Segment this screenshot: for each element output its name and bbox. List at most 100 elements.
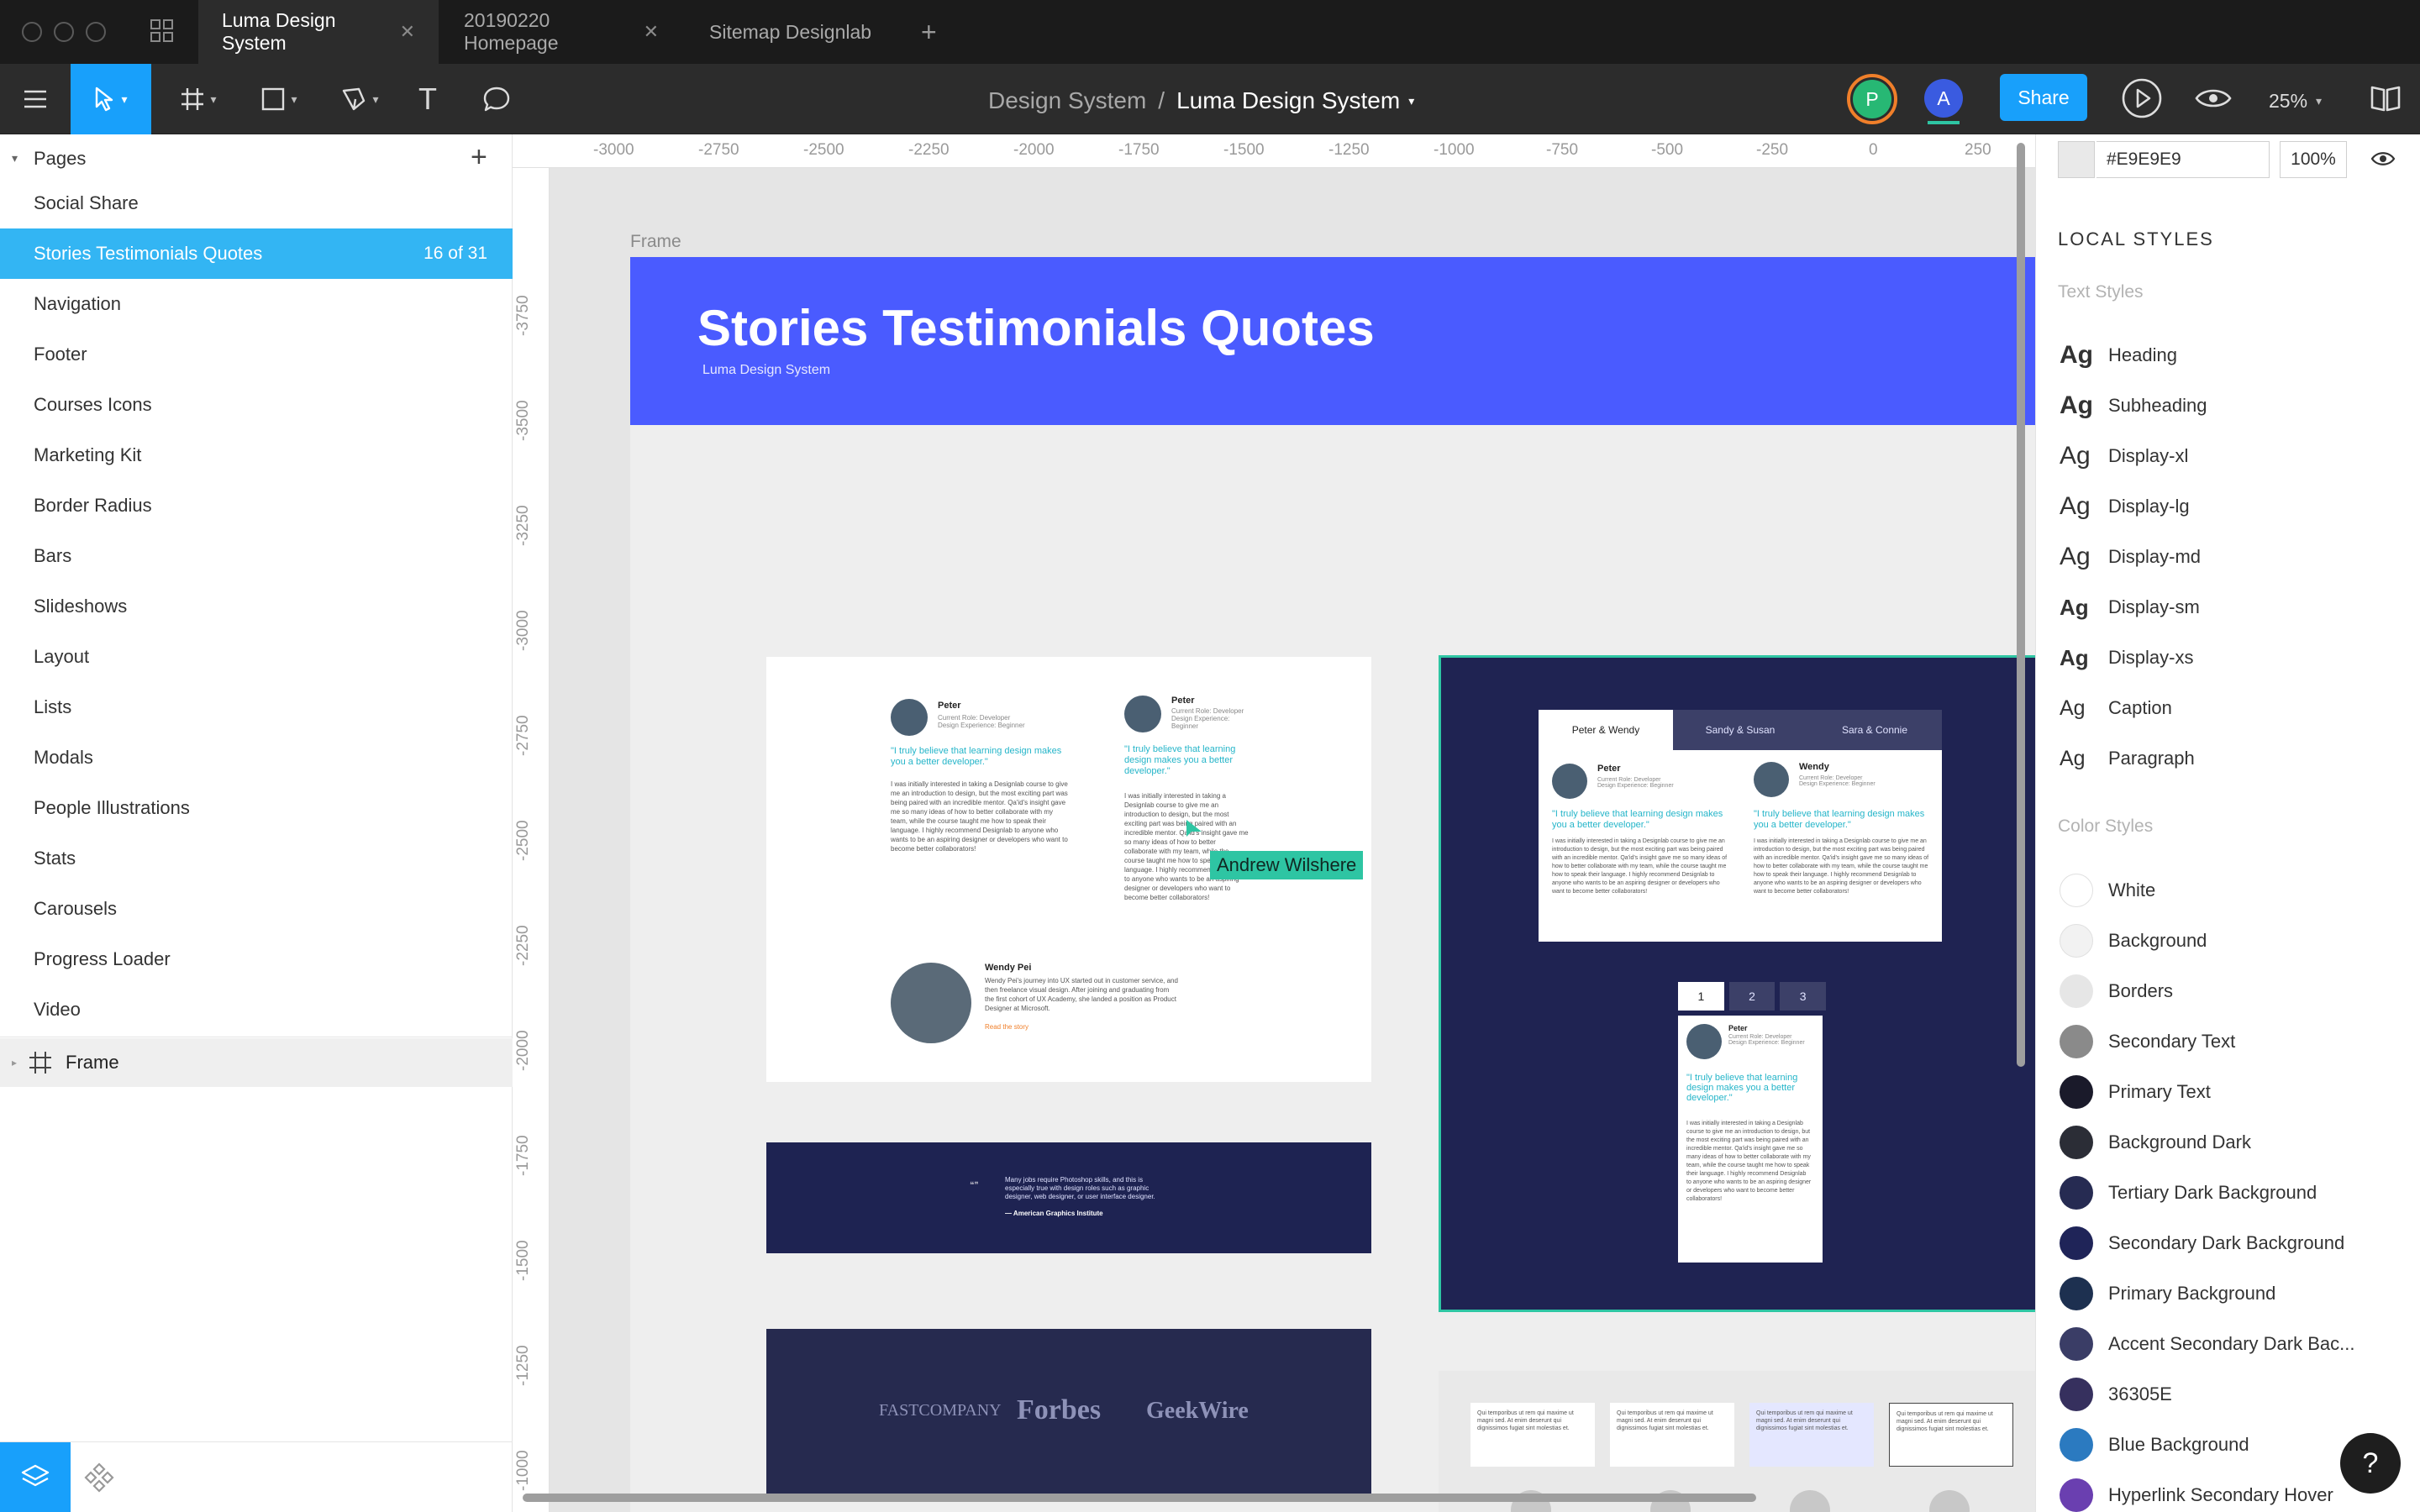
page-button[interactable]: 3 <box>1780 982 1827 1011</box>
file-title[interactable]: Luma Design System <box>1176 87 1400 114</box>
page-item[interactable]: Courses Icons <box>0 380 513 430</box>
page-item-active[interactable]: Stories Testimonials Quotes 16 of 31 <box>0 228 513 279</box>
page-item[interactable]: Slideshows <box>0 581 513 632</box>
page-item[interactable]: Layout <box>0 632 513 682</box>
page-item[interactable]: Marketing Kit <box>0 430 513 480</box>
text-style-paragraph[interactable]: Ag Paragraph <box>2060 742 2195 775</box>
shape-tool-button[interactable]: ▾ <box>245 64 313 134</box>
zoom-window-button[interactable] <box>86 22 106 42</box>
pen-tool-button[interactable]: ▾ <box>326 64 393 134</box>
minimize-window-button[interactable] <box>54 22 74 42</box>
color-style-secondary-text[interactable]: Secondary Text <box>2060 1025 2235 1058</box>
page-item[interactable]: Border Radius <box>0 480 513 531</box>
horizontal-scrollbar[interactable] <box>523 1494 1756 1502</box>
text-style-display-sm[interactable]: Ag Display-sm <box>2060 591 2200 624</box>
color-style-tertiary-dark[interactable]: Tertiary Dark Background <box>2060 1176 2317 1210</box>
page-item[interactable]: Social Share <box>0 178 513 228</box>
tab-sitemap[interactable]: Sitemap Designlab <box>686 0 913 64</box>
tab-sandy-susan[interactable]: Sandy & Susan <box>1673 710 1807 750</box>
page-button[interactable]: 2 <box>1728 982 1776 1011</box>
page-item[interactable]: Progress Loader <box>0 934 513 984</box>
mini-card[interactable]: Qui temporibus ut rem qui maxime ut magn… <box>1889 1403 2013 1467</box>
present-button[interactable] <box>2121 77 2163 123</box>
collapse-caret-icon[interactable]: ▾ <box>12 151 18 165</box>
selected-component[interactable]: Peter & Wendy Sandy & Susan Sara & Conni… <box>1439 655 2035 1312</box>
color-style-borders[interactable]: Borders <box>2060 974 2173 1008</box>
page-item[interactable]: Modals <box>0 732 513 783</box>
style-name: Paragraph <box>2108 748 2195 769</box>
text-style-heading[interactable]: Ag Heading <box>2060 339 2177 372</box>
page-item[interactable]: Navigation <box>0 279 513 329</box>
page-label: People Illustrations <box>34 797 190 818</box>
color-style-primary-text[interactable]: Primary Text <box>2060 1075 2211 1109</box>
layer-row-frame[interactable]: ▸ Frame <box>0 1038 513 1087</box>
zoom-menu[interactable]: 25% ▾ <box>2269 84 2322 118</box>
fill-swatch[interactable] <box>2058 141 2095 178</box>
move-tool-button[interactable]: ▾ <box>71 64 151 134</box>
page-item[interactable]: Bars <box>0 531 513 581</box>
page-item[interactable]: Carousels <box>0 884 513 934</box>
canvas[interactable]: -3000 -2750 -2500 -2250 -2000 -1750 -150… <box>513 134 2035 1512</box>
chevron-down-icon[interactable]: ▾ <box>1408 94 1414 108</box>
mini-card[interactable]: Qui temporibus ut rem qui maxime ut magn… <box>1470 1403 1595 1467</box>
page-item[interactable]: Footer <box>0 329 513 380</box>
comment-tool-button[interactable] <box>476 64 518 134</box>
fill-visibility-toggle[interactable] <box>2370 150 2396 172</box>
eye-icon <box>2195 89 2232 108</box>
text-style-caption[interactable]: Ag Caption <box>2060 691 2172 725</box>
fill-opacity-input[interactable]: 100% <box>2280 141 2347 178</box>
expand-caret-icon[interactable]: ▸ <box>12 1057 17 1068</box>
grid-icon[interactable] <box>150 18 175 44</box>
mini-card[interactable]: Qui temporibus ut rem qui maxime ut magn… <box>1610 1403 1734 1467</box>
help-button[interactable]: ? <box>2340 1433 2401 1494</box>
page-item[interactable]: Video <box>0 984 513 1035</box>
color-style-primary-background[interactable]: Primary Background <box>2060 1277 2275 1310</box>
tab-sara-connie[interactable]: Sara & Connie <box>1807 710 1942 750</box>
frame-tool-button[interactable]: ▾ <box>165 64 232 134</box>
preview-button[interactable] <box>2195 86 2232 115</box>
menu-icon[interactable] <box>0 64 71 134</box>
color-style-blue-background[interactable]: Blue Background <box>2060 1428 2249 1462</box>
text-style-display-xl[interactable]: Ag Display-xl <box>2060 439 2188 473</box>
text-tool-button[interactable]: T <box>407 64 449 134</box>
tab-peter-wendy[interactable]: Peter & Wendy <box>1539 710 1673 750</box>
page-label: Stories Testimonials Quotes <box>34 243 263 264</box>
page-button[interactable]: 1 <box>1678 982 1724 1011</box>
tab-homepage[interactable]: 20190220 Homepage ✕ <box>440 0 682 64</box>
text-style-display-xs[interactable]: Ag Display-xs <box>2060 641 2193 675</box>
color-style-hyperlink-hover[interactable]: Hyperlink Secondary Hover <box>2060 1478 2333 1512</box>
breadcrumb-parent[interactable]: Design System <box>988 87 1146 114</box>
tab-luma-design-system[interactable]: Luma Design System ✕ <box>198 0 439 64</box>
color-style-36305e[interactable]: 36305E <box>2060 1378 2172 1411</box>
frame-label[interactable]: Frame <box>630 232 681 252</box>
fill-hex-input[interactable]: #E9E9E9 <box>2096 141 2270 178</box>
text-style-subheading[interactable]: Ag Subheading <box>2060 389 2207 423</box>
color-style-white[interactable]: White <box>2060 874 2155 907</box>
page-item[interactable]: People Illustrations <box>0 783 513 833</box>
quote-strip[interactable]: ❝❞ Many jobs require Photoshop skills, a… <box>766 1142 1371 1253</box>
share-button[interactable]: Share <box>2000 74 2087 121</box>
color-style-background[interactable]: Background <box>2060 924 2207 958</box>
text-style-display-lg[interactable]: Ag Display-lg <box>2060 490 2190 523</box>
avatar-ring[interactable]: P <box>1847 74 1897 124</box>
close-icon[interactable]: ✕ <box>644 21 659 43</box>
color-style-background-dark[interactable]: Background Dark <box>2060 1126 2251 1159</box>
color-style-secondary-dark[interactable]: Secondary Dark Background <box>2060 1226 2344 1260</box>
read-story-link[interactable]: Read the story <box>985 1023 1028 1031</box>
components-tab[interactable] <box>84 1462 114 1497</box>
close-icon[interactable]: ✕ <box>400 21 415 43</box>
add-page-button[interactable]: + <box>471 141 487 174</box>
close-window-button[interactable] <box>22 22 42 42</box>
layers-tab[interactable] <box>0 1442 71 1512</box>
avatar[interactable]: A <box>1924 79 1963 118</box>
mini-card[interactable]: Qui temporibus ut rem qui maxime ut magn… <box>1749 1403 1874 1467</box>
library-button[interactable] <box>2370 84 2402 117</box>
ruler-tick: -1000 <box>514 1450 532 1491</box>
vertical-scrollbar[interactable] <box>2017 143 2025 1067</box>
new-tab-button[interactable]: + <box>921 17 937 48</box>
text-style-display-md[interactable]: Ag Display-md <box>2060 540 2201 574</box>
style-sample: Ag <box>2060 746 2086 770</box>
color-style-accent-secondary-dark[interactable]: Accent Secondary Dark Bac... <box>2060 1327 2354 1361</box>
page-item[interactable]: Lists <box>0 682 513 732</box>
page-item[interactable]: Stats <box>0 833 513 884</box>
